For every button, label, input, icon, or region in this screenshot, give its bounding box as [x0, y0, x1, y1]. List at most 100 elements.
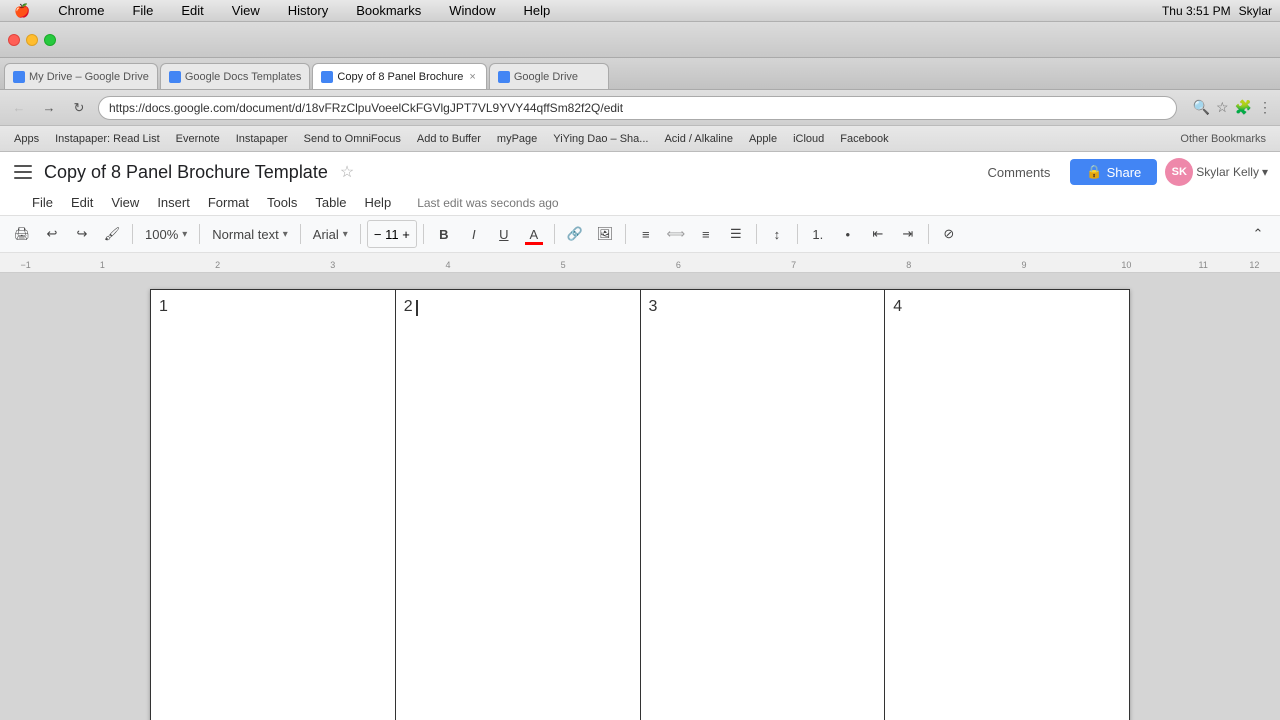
bookmark-acid[interactable]: Acid / Alkaline: [658, 131, 738, 147]
chrome-menu[interactable]: Chrome: [52, 1, 110, 20]
paint-format-button[interactable]: 🖌: [98, 220, 126, 248]
bookmark-facebook[interactable]: Facebook: [834, 131, 894, 147]
docs-menu-edit[interactable]: Edit: [63, 192, 101, 213]
font-size-decrease[interactable]: −: [374, 227, 382, 242]
file-menu[interactable]: File: [126, 1, 159, 20]
view-menu[interactable]: View: [226, 1, 266, 20]
bookmark-instapaper2-label: Instapaper: [236, 133, 288, 145]
tab-drive1[interactable]: My Drive – Google Drive: [4, 63, 158, 89]
comments-button[interactable]: Comments: [976, 160, 1063, 185]
text-color-button[interactable]: A: [520, 220, 548, 248]
style-dropdown[interactable]: Normal text ▾: [206, 220, 294, 248]
ruler-mark-10: 10: [1121, 260, 1131, 270]
style-chevron-icon: ▾: [283, 229, 288, 240]
font-size-increase[interactable]: +: [402, 227, 410, 242]
traffic-lights: [8, 34, 56, 46]
underline-button[interactable]: U: [490, 220, 518, 248]
image-button[interactable]: 🖼: [591, 220, 619, 248]
tab-templates[interactable]: Google Docs Templates: [160, 63, 311, 89]
text-color-indicator: [525, 242, 543, 245]
document-canvas[interactable]: 1 2 3 4: [0, 273, 1280, 720]
bookmark-other-label: Other Bookmarks: [1180, 133, 1266, 145]
edit-menu[interactable]: Edit: [175, 1, 209, 20]
bookmark-apple[interactable]: Apple: [743, 131, 783, 147]
bookmark-instapaper2[interactable]: Instapaper: [230, 131, 294, 147]
docs-menu-table[interactable]: Table: [307, 192, 354, 213]
numbered-list-button[interactable]: 1.: [804, 220, 832, 248]
font-size-value: 11: [385, 227, 399, 242]
star-button[interactable]: ☆: [340, 162, 354, 182]
share-lock-icon: 🔒: [1086, 164, 1102, 180]
toolbar-right: ⌃: [1244, 220, 1272, 248]
maximize-button[interactable]: [44, 34, 56, 46]
user-profile[interactable]: SK Skylar Kelly ▾: [1165, 158, 1268, 186]
bookmark-mypage[interactable]: myPage: [491, 131, 543, 147]
bulleted-list-button[interactable]: •: [834, 220, 862, 248]
bookmarks-menu[interactable]: Bookmarks: [350, 1, 427, 20]
bookmark-evernote[interactable]: Evernote: [170, 131, 226, 147]
decrease-indent-button[interactable]: ⇤: [864, 220, 892, 248]
close-button[interactable]: [8, 34, 20, 46]
panel-3[interactable]: 3: [640, 290, 885, 720]
panel-4[interactable]: 4: [885, 290, 1130, 720]
docs-menu-insert[interactable]: Insert: [149, 192, 198, 213]
zoom-chevron-icon: ▾: [182, 229, 187, 240]
bold-button[interactable]: B: [430, 220, 458, 248]
font-dropdown[interactable]: Arial ▾: [307, 220, 354, 248]
help-menu[interactable]: Help: [517, 1, 556, 20]
bookmark-yiying-label: YiYing Dao – Sha...: [553, 133, 648, 145]
ruler-mark-11: 11: [1199, 260, 1208, 270]
bookmark-buffer[interactable]: Add to Buffer: [411, 131, 487, 147]
tab-drive2[interactable]: Google Drive: [489, 63, 609, 89]
forward-button[interactable]: →: [38, 97, 60, 119]
refresh-button[interactable]: ↻: [68, 97, 90, 119]
hamburger-menu[interactable]: [12, 160, 36, 184]
extensions-icon[interactable]: 🧩: [1235, 99, 1252, 116]
bookmark-icloud[interactable]: iCloud: [787, 131, 830, 147]
address-bar[interactable]: https://docs.google.com/document/d/18vFR…: [98, 96, 1177, 120]
history-menu[interactable]: History: [282, 1, 334, 20]
menu-icon[interactable]: ⋮: [1258, 99, 1272, 116]
redo-button[interactable]: ↪: [68, 220, 96, 248]
justify-button[interactable]: ☰: [722, 220, 750, 248]
undo-button[interactable]: ↩: [38, 220, 66, 248]
zoom-dropdown[interactable]: 100% ▾: [139, 220, 193, 248]
clear-formatting-button[interactable]: ⊘: [935, 220, 963, 248]
font-size-control[interactable]: − 11 +: [367, 220, 417, 248]
tab-close-brochure[interactable]: ×: [467, 71, 477, 83]
bookmark-apps[interactable]: Apps: [8, 131, 45, 147]
window-menu[interactable]: Window: [443, 1, 501, 20]
italic-button[interactable]: I: [460, 220, 488, 248]
tab-brochure[interactable]: Copy of 8 Panel Brochure ×: [312, 63, 486, 89]
print-button[interactable]: 🖨: [8, 220, 36, 248]
star-icon[interactable]: ☆: [1216, 99, 1229, 116]
docs-title-right: Comments 🔒 Share SK Skylar Kelly ▾: [976, 158, 1268, 186]
align-left-button[interactable]: ≡: [632, 220, 660, 248]
search-icon[interactable]: 🔍: [1193, 99, 1210, 116]
bookmark-yiying[interactable]: YiYing Dao – Sha...: [547, 131, 654, 147]
docs-menu-file[interactable]: File: [24, 192, 61, 213]
bookmark-instapaper[interactable]: Instapaper: Read List: [49, 131, 166, 147]
increase-indent-button[interactable]: ⇥: [894, 220, 922, 248]
ruler: −1 1 2 3 4 5 6 7 8 9 10 11 12: [0, 253, 1280, 273]
bookmark-other[interactable]: Other Bookmarks: [1174, 131, 1272, 147]
panel-2[interactable]: 2: [395, 290, 640, 720]
document-title[interactable]: Copy of 8 Panel Brochure Template: [44, 162, 328, 183]
collapse-toolbar-button[interactable]: ⌃: [1244, 220, 1272, 248]
share-button[interactable]: 🔒 Share: [1070, 159, 1157, 185]
page-content[interactable]: 1 2 3 4: [150, 289, 1130, 720]
back-button[interactable]: ←: [8, 97, 30, 119]
panel-1[interactable]: 1: [151, 290, 396, 720]
minimize-button[interactable]: [26, 34, 38, 46]
link-button[interactable]: 🔗: [561, 220, 589, 248]
docs-menu-format[interactable]: Format: [200, 192, 257, 213]
align-right-button[interactable]: ≡: [692, 220, 720, 248]
document-page: 1 2 3 4: [150, 289, 1130, 720]
docs-menu-view[interactable]: View: [103, 192, 147, 213]
docs-menu-tools[interactable]: Tools: [259, 192, 305, 213]
docs-menu-help[interactable]: Help: [356, 192, 399, 213]
apple-menu[interactable]: 🍎: [8, 1, 36, 21]
bookmark-omnifocus[interactable]: Send to OmniFocus: [298, 131, 407, 147]
line-spacing-button[interactable]: ↕: [763, 220, 791, 248]
align-center-button[interactable]: ⟺: [662, 220, 690, 248]
